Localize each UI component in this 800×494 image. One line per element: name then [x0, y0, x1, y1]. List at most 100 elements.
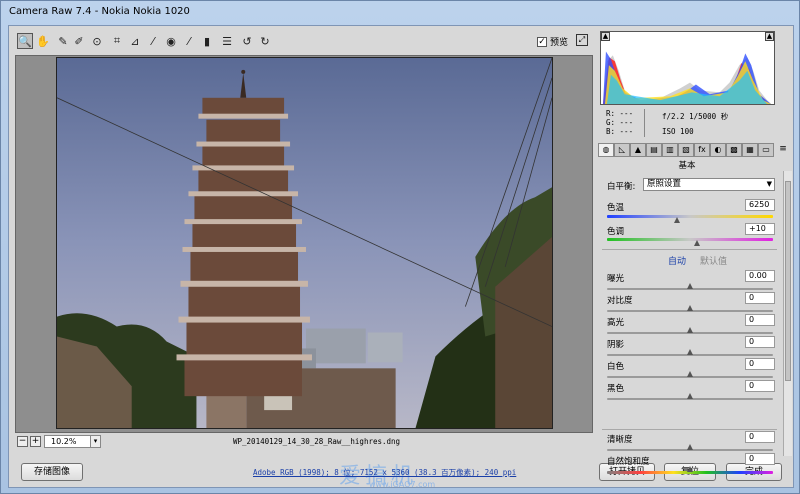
panel-menu-icon[interactable]: ≡: [777, 143, 789, 157]
histogram: ▲ ▲: [600, 31, 775, 105]
basic-panel: 白平衡: 原照设置 ▼ 色温 6250 色调 +10 自动 默认值 曝光 0.0…: [598, 171, 781, 474]
slider-knob[interactable]: [687, 393, 694, 399]
adjustment-slider[interactable]: [607, 327, 773, 334]
image-canvas[interactable]: [15, 55, 593, 433]
panel-tabs: ◍ ◺ ▲ ▤ ▥ ▧ fx ◐ ▩ ▦ ▭: [598, 143, 774, 157]
straighten-icon[interactable]: ⊿: [127, 33, 143, 49]
section-title: 基本: [678, 161, 696, 171]
slider-label: 高光: [607, 318, 625, 328]
temperature-knob[interactable]: [673, 217, 681, 223]
slider-knob[interactable]: [687, 444, 694, 450]
slider-label: 自然饱和度: [607, 457, 650, 467]
adjustment-slider[interactable]: [607, 349, 773, 356]
temperature-slider[interactable]: [607, 215, 773, 223]
chevron-down-icon: ▼: [766, 180, 772, 188]
spot-removal-icon[interactable]: ⁄: [145, 33, 161, 49]
slider-value-field[interactable]: 0.00: [745, 270, 775, 282]
chevron-down-icon[interactable]: ▾: [90, 435, 101, 448]
slider-label: 对比度: [607, 296, 633, 306]
zoom-in-button[interactable]: +: [30, 436, 41, 447]
white-balance-value: 原照设置: [647, 179, 682, 189]
slider-label: 曝光: [607, 274, 625, 284]
slider-knob[interactable]: [687, 305, 694, 311]
adjustment-slider[interactable]: [607, 371, 773, 378]
slider-label: 白色: [607, 362, 625, 372]
adjustment-brush-icon[interactable]: ⁄: [181, 33, 197, 49]
slider-value-field[interactable]: 0: [745, 314, 775, 326]
lens-tab-icon[interactable]: ▧: [678, 143, 694, 157]
fullscreen-icon[interactable]: ⤢: [576, 34, 588, 46]
default-link[interactable]: 默认值: [700, 254, 727, 267]
tone-curve-tab-icon[interactable]: ◺: [614, 143, 630, 157]
workflow-options-link[interactable]: Adobe RGB (1998); 8 位; 7152 x 5360 (38.3…: [253, 467, 516, 478]
hand-icon[interactable]: ✋: [35, 33, 51, 49]
slider-knob[interactable]: [687, 466, 694, 472]
slider-value-field[interactable]: 0: [745, 358, 775, 370]
white-balance-icon[interactable]: ✎: [55, 33, 71, 49]
preview-checkbox[interactable]: ✓: [537, 36, 547, 47]
slider-value-field[interactable]: 0: [745, 292, 775, 304]
save-image-button[interactable]: 存储图像: [21, 463, 83, 481]
tint-slider[interactable]: [607, 238, 773, 246]
preferences-icon[interactable]: ☰: [219, 33, 235, 49]
slider-knob[interactable]: [687, 371, 694, 377]
camera-calibration-tab-icon[interactable]: ◐: [710, 143, 726, 157]
fx-tab-icon[interactable]: fx: [694, 143, 710, 157]
target-adjust-icon[interactable]: ⊙: [89, 33, 105, 49]
tint-label: 色调: [607, 227, 625, 237]
snapshots-tab-icon[interactable]: ▭: [758, 143, 774, 157]
adjustment-slider[interactable]: [607, 393, 773, 400]
graduated-filter-icon[interactable]: ▮: [199, 33, 215, 49]
slider-knob[interactable]: [687, 327, 694, 333]
basic-tab-icon[interactable]: ◍: [598, 143, 614, 157]
slider-value-field[interactable]: 0: [745, 431, 775, 443]
zoom-out-button[interactable]: −: [17, 436, 28, 447]
zoom-bar: − + 10.2% ▾ WP_20140129_14_30_28_Raw__hi…: [15, 435, 593, 449]
photo-preview: [56, 57, 553, 429]
slider-value-field[interactable]: 0: [745, 336, 775, 348]
slider-knob[interactable]: [687, 349, 694, 355]
zoom-level-field[interactable]: 10.2%: [44, 435, 92, 448]
split-toning-tab-icon[interactable]: ▥: [662, 143, 678, 157]
watermark-url: www.iGAO7.com: [369, 480, 436, 489]
client-area: 🔍 ✋ ✎ ✐ ⊙ ⌗ ⊿ ⁄ ◉ ⁄ ▮ ☰ ↺ ↻ ✓ 预览 ⤢ − + 1…: [8, 25, 794, 489]
pixel-readout: R: --- G: --- B: --- f/2.2 1/5000 秒 ISO …: [606, 109, 776, 139]
adjustment-slider[interactable]: [607, 305, 773, 312]
rotate-right-icon[interactable]: ↻: [257, 33, 273, 49]
auto-link[interactable]: 自动: [668, 254, 686, 267]
temperature-field[interactable]: 6250: [745, 199, 775, 211]
red-eye-icon[interactable]: ◉: [163, 33, 179, 49]
rotate-left-icon[interactable]: ↺: [239, 33, 255, 49]
adjustment-slider[interactable]: [607, 444, 773, 451]
adjustment-slider[interactable]: [607, 283, 773, 290]
crop-icon[interactable]: ⌗: [109, 33, 125, 49]
color-sampler-icon[interactable]: ✐: [71, 33, 87, 49]
tint-field[interactable]: +10: [745, 223, 775, 235]
pagoda-photo: [57, 58, 552, 428]
panel-scrollbar[interactable]: [783, 171, 792, 456]
toolbar: 🔍 ✋ ✎ ✐ ⊙ ⌗ ⊿ ⁄ ◉ ⁄ ▮ ☰ ↺ ↻: [9, 26, 595, 54]
preview-label: 预览: [550, 38, 569, 48]
white-balance-label: 白平衡:: [607, 182, 636, 192]
histogram-graph: [601, 32, 774, 104]
exposure-info: f/2.2 1/5000 秒: [662, 112, 729, 121]
presets-tab-icon[interactable]: ▩: [726, 143, 742, 157]
title-bar: Camera Raw 7.4 - Nokia Nokia 1020: [1, 1, 799, 23]
tint-knob[interactable]: [693, 240, 701, 246]
slider-value-field[interactable]: 0: [745, 380, 775, 392]
zoom-icon[interactable]: 🔍: [17, 33, 33, 49]
slider-knob[interactable]: [687, 283, 694, 289]
shadow-clipping-icon[interactable]: ▲: [601, 32, 610, 41]
hsl-tab-icon[interactable]: ▤: [646, 143, 662, 157]
camera-raw-window: Camera Raw 7.4 - Nokia Nokia 1020 🔍 ✋ ✎ ✐ ⊙ ⌗…: [0, 0, 800, 494]
adjustment-slider[interactable]: [607, 466, 773, 474]
preview-toggle[interactable]: ✓ 预览: [537, 35, 568, 48]
settings-tab-icon[interactable]: ▦: [742, 143, 758, 157]
slider-label: 黑色: [607, 384, 625, 394]
slider-value-field[interactable]: 0: [745, 453, 775, 465]
white-balance-select[interactable]: 原照设置 ▼: [643, 178, 775, 191]
temperature-label: 色温: [607, 203, 625, 213]
detail-tab-icon[interactable]: ▲: [630, 143, 646, 157]
highlight-clipping-icon[interactable]: ▲: [765, 32, 774, 41]
adjustments-panel: ▲ ▲ R: --- G: --- B: --- f/2.2 1/5000 秒 …: [598, 26, 793, 474]
